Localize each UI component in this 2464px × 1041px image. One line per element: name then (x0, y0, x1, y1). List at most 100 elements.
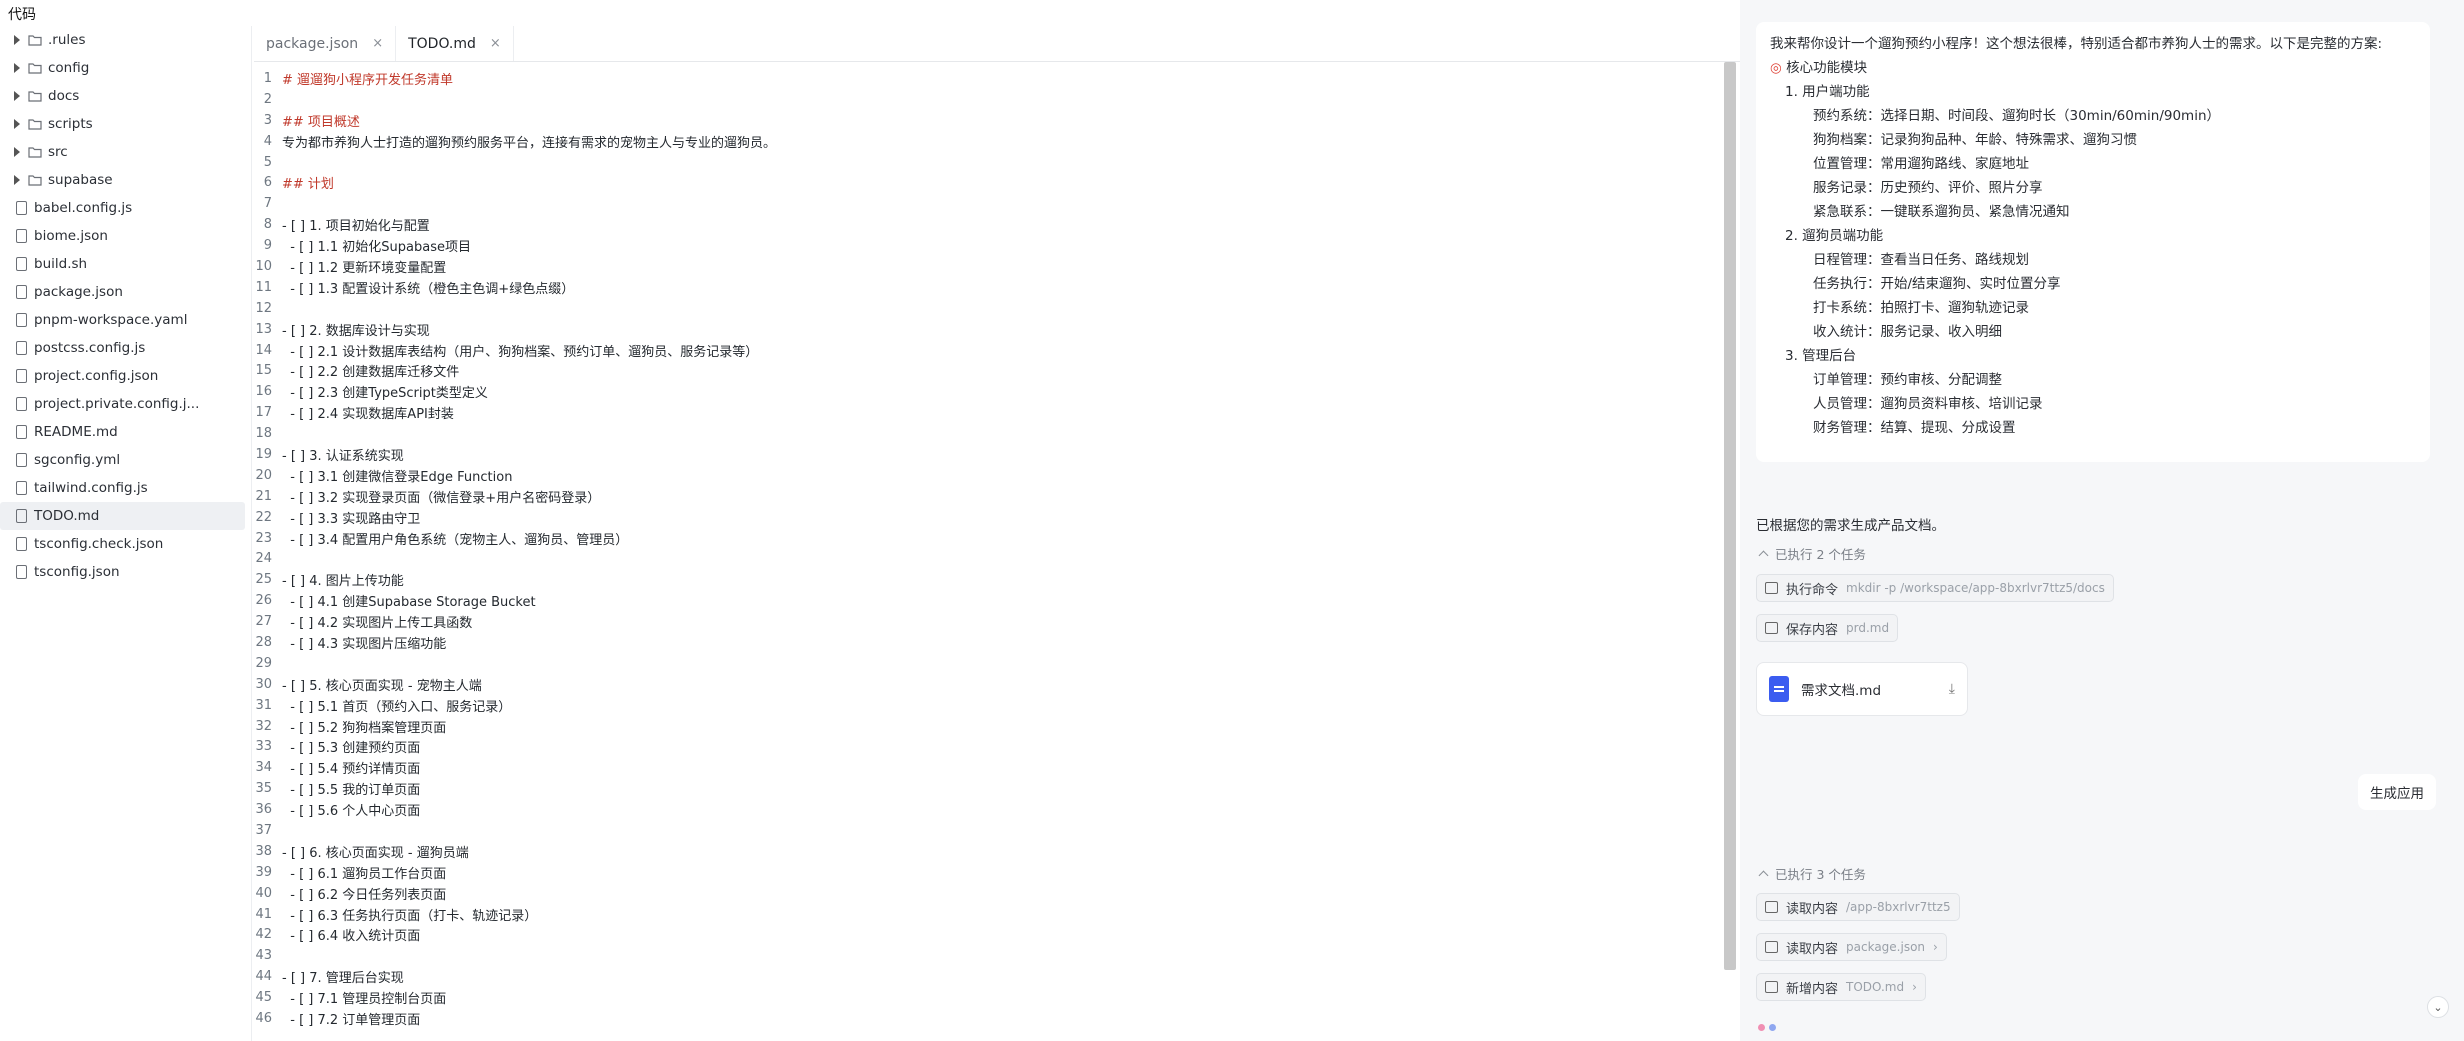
section-item: 人员管理：遛狗员资料审核、培训记录 (1813, 396, 2043, 412)
line-text: - [ ] 3.1 创建微信登录Edge Function (282, 469, 513, 485)
folder-item[interactable]: .rules (0, 26, 251, 54)
file-icon (16, 229, 27, 243)
folder-item[interactable]: supabase (0, 166, 251, 194)
line-number: 38 (255, 843, 272, 859)
file-item[interactable]: project.private.config.j... (0, 390, 251, 418)
file-item[interactable]: project.config.json (0, 362, 251, 390)
chevron-right-icon (14, 175, 20, 185)
code-line: 36 - [ ] 5.6 个人中心页面 (254, 799, 1724, 820)
code-line: 38 - [ ] 6. 核心页面实现 - 遛狗员端 (254, 841, 1724, 862)
line-number: 27 (255, 614, 272, 630)
line-number: 5 (263, 154, 272, 170)
line-text: - [ ] 6.3 任务执行页面（打卡、轨迹记录） (282, 908, 538, 924)
code-view[interactable]: 1 # 遛遛狗小程序开发任务清单 2 3 ## 项目概述 4 专为都市养狗人士打造的遛狗预约… (254, 68, 1724, 1041)
section-item: 预约系统：选择日期、时间段、遛狗时长（30min/60min/90min） (1813, 108, 2221, 124)
file-icon (16, 257, 27, 271)
file-item[interactable]: tsconfig.check.json (0, 530, 251, 558)
folder-item[interactable]: scripts (0, 110, 251, 138)
code-line: 23 - [ ] 3.4 配置用户角色系统（宠物主人、遛狗员、管理员） (254, 528, 1724, 549)
tab-file[interactable]: TODO.md × (396, 26, 514, 61)
task-save-content[interactable]: 保存内容 prd.md (1756, 614, 1899, 642)
line-number: 24 (255, 551, 272, 567)
line-number: 40 (255, 885, 272, 901)
line-number: 15 (255, 363, 272, 379)
code-line: 28 - [ ] 4.3 实现图片压缩功能 (254, 632, 1724, 653)
line-text: - [ ] 5.3 创建预约页面 (282, 741, 421, 757)
code-line: 10 - [ ] 1.2 更新环境变量配置 (254, 256, 1724, 277)
folder-label: supabase (48, 172, 113, 188)
task-run-command[interactable]: 执行命令 mkdir -p /workspace/app-8bxrlvr7ttz5… (1756, 574, 2114, 602)
line-text: - [ ] 6. 核心页面实现 - 遛狗员端 (282, 845, 469, 861)
folder-icon (28, 91, 42, 102)
close-icon[interactable]: × (372, 36, 383, 51)
folder-label: scripts (48, 116, 93, 132)
file-item[interactable]: build.sh (0, 250, 251, 278)
line-text: 专为都市养狗人士打造的遛狗预约服务平台，连接有需求的宠物主人与专业的遛狗员。 (282, 135, 777, 151)
task-read-content-1[interactable]: 读取内容/app-8bxrlvr7ttz5 (1756, 893, 1960, 921)
folder-item[interactable]: src (0, 138, 251, 166)
line-number: 30 (255, 676, 272, 692)
close-icon[interactable]: × (490, 36, 501, 51)
file-label: sgconfig.yml (34, 452, 121, 468)
line-number: 12 (255, 300, 272, 316)
line-text: - [ ] 4.1 创建Supabase Storage Bucket (282, 595, 536, 611)
line-number: 21 (255, 488, 272, 504)
code-line: 2 (254, 89, 1724, 110)
line-number: 23 (255, 530, 272, 546)
file-card[interactable]: 需求文档.md ⤓ (1756, 662, 1968, 716)
line-number: 31 (255, 697, 272, 713)
line-text: - [ ] 1.2 更新环境变量配置 (282, 260, 447, 276)
file-item[interactable]: pnpm-workspace.yaml (0, 306, 251, 334)
file-icon (16, 341, 27, 355)
scroll-down-button[interactable]: ⌄ (2427, 996, 2449, 1018)
line-number: 17 (255, 405, 272, 421)
file-icon (16, 313, 27, 327)
file-icon (16, 285, 27, 299)
file-item[interactable]: babel.config.js (0, 194, 251, 222)
line-text: - [ ] 1. 项目初始化与配置 (282, 219, 430, 235)
editor-scrollbar[interactable] (1724, 62, 1736, 970)
exec-group-2-toggle[interactable]: 已执行 3 个任务 (1756, 864, 1866, 883)
file-item[interactable]: sgconfig.yml (0, 446, 251, 474)
code-line: 11 - [ ] 1.3 配置设计系统（橙色主色调+绿色点缀） (254, 277, 1724, 298)
folder-item[interactable]: docs (0, 82, 251, 110)
tab-file[interactable]: package.json × (254, 26, 397, 61)
line-text: - [ ] 4.3 实现图片压缩功能 (282, 636, 447, 652)
file-item[interactable]: biome.json (0, 222, 251, 250)
exec-group-1-toggle[interactable]: 已执行 2 个任务 (1756, 544, 1866, 563)
section-item: 财务管理：结算、提现、分成设置 (1813, 420, 2016, 436)
line-text: - [ ] 7.1 管理员控制台页面 (282, 992, 447, 1008)
download-icon[interactable]: ⤓ (1949, 681, 1955, 697)
file-label: pnpm-workspace.yaml (34, 312, 188, 328)
folder-item[interactable]: config (0, 54, 251, 82)
folder-label: .rules (48, 32, 86, 48)
code-line: 32 - [ ] 5.2 狗狗档案管理页面 (254, 716, 1724, 737)
line-number: 46 (255, 1011, 272, 1027)
file-item[interactable]: tsconfig.json (0, 558, 251, 586)
task-add-content[interactable]: 新增内容 TODO.md › (1756, 973, 1926, 1001)
folder-icon (1765, 981, 1778, 993)
code-line: 14 - [ ] 2.1 设计数据库表结构（用户、狗狗档案、预约订单、遛狗员、服… (254, 340, 1724, 361)
code-line: 30 - [ ] 5. 核心页面实现 - 宠物主人端 (254, 674, 1724, 695)
file-icon (16, 481, 27, 495)
file-item[interactable]: README.md (0, 418, 251, 446)
folder-icon (28, 147, 42, 158)
section-item: 服务记录：历史预约、评价、照片分享 (1813, 180, 2043, 196)
folder-label: docs (48, 88, 80, 104)
chevron-right-icon (14, 63, 20, 73)
code-line: 4 专为都市养狗人士打造的遛狗预约服务平台，连接有需求的宠物主人与专业的遛狗员。 (254, 131, 1724, 152)
file-item[interactable]: TODO.md (0, 502, 245, 530)
code-workspace: 代码 .rules config docs scripts src supabase bab… (0, 0, 1740, 1041)
line-number: 45 (255, 990, 272, 1006)
code-line: 29 (254, 653, 1724, 674)
line-number: 16 (255, 384, 272, 400)
task-read-content-2[interactable]: 读取内容 package.json › (1756, 933, 1947, 961)
section-item: 收入统计：服务记录、收入明细 (1813, 324, 2002, 340)
file-item[interactable]: postcss.config.js (0, 334, 251, 362)
file-icon (16, 537, 27, 551)
file-item[interactable]: tailwind.config.js (0, 474, 251, 502)
app-root: 代码 .rules config docs scripts src supabase bab… (0, 0, 2464, 1041)
file-icon (16, 453, 27, 467)
code-line: 31 - [ ] 5.1 首页（预约入口、服务记录） (254, 695, 1724, 716)
file-item[interactable]: package.json (0, 278, 251, 306)
